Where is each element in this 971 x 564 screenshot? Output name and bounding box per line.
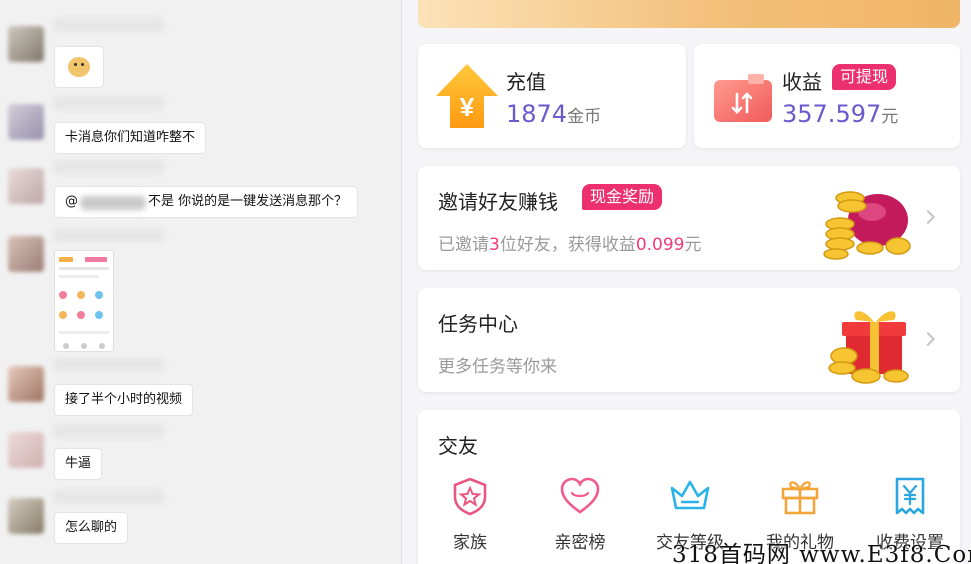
earnings-card[interactable]: 收益 可提现 357.597元 [694, 44, 960, 148]
sender-name-blurred [54, 96, 164, 110]
task-title: 任务中心 [438, 312, 518, 336]
coin-bag-icon [823, 191, 911, 260]
invite-desc-prefix: 已邀请 [438, 235, 489, 255]
social-item-label: 家族 [453, 533, 487, 553]
avatar[interactable] [8, 498, 44, 534]
shield-star-icon [453, 477, 487, 516]
shiba-sticker-icon [68, 57, 90, 77]
social-title: 交友 [438, 434, 478, 458]
svg-text:¥: ¥ [460, 92, 475, 122]
social-item-intimacy-rank[interactable]: 亲密榜 [540, 476, 620, 553]
task-center-card[interactable]: 任务中心 更多任务等你来 [418, 288, 960, 392]
chat-panel: 卡消息你们知道咋整不 @ 不是 你说的是一键发送消息那个？ 接了半个小时的视频 … [0, 0, 402, 564]
invite-earned-amount: 0.099 [635, 235, 685, 255]
social-item-family[interactable]: 家族 [430, 476, 510, 553]
task-desc: 更多任务等你来 [438, 357, 557, 377]
earnings-title: 收益 [782, 70, 822, 94]
chevron-right-icon [920, 331, 936, 347]
social-item-label: 亲密榜 [554, 533, 606, 553]
image-message-thumbnail[interactable] [54, 250, 114, 352]
invited-count: 3 [489, 235, 500, 255]
avatar[interactable] [8, 432, 44, 468]
avatar[interactable] [8, 236, 44, 272]
yuan-receipt-icon [895, 477, 925, 515]
message-text: 不是 你说的是一键发送消息那个？ [148, 194, 348, 209]
sender-name-blurred [54, 424, 164, 438]
mention-name-blurred [80, 195, 146, 210]
earnings-balance: 357.597 [782, 100, 882, 128]
avatar[interactable] [8, 26, 44, 62]
coin-balance: 1874 [506, 100, 568, 128]
avatar[interactable] [8, 366, 44, 402]
message-bubble[interactable]: 牛逼 [54, 448, 103, 480]
invite-title: 邀请好友赚钱 [438, 190, 558, 214]
invite-desc-middle: 位好友，获得收益 [499, 235, 636, 255]
site-watermark: 318首码网 www.E3f8.Com [672, 542, 971, 564]
heart-icon [560, 477, 600, 514]
sender-name-blurred [54, 18, 164, 32]
sender-name-blurred [54, 490, 164, 504]
mention-at: @ [65, 194, 78, 209]
cash-reward-badge: 现金奖励 [582, 184, 663, 210]
recharge-title: 充值 [506, 70, 546, 94]
withdrawable-badge[interactable]: 可提现 [832, 64, 897, 90]
sender-name-blurred [54, 358, 164, 372]
app-panel: ¥ 充值 1874金币 收益 可提现 357.597元 邀请好友赚钱 现金奖励 … [402, 0, 971, 564]
coin-unit: 金币 [567, 107, 602, 127]
sender-name-blurred [54, 228, 164, 242]
sender-name-blurred [54, 160, 164, 174]
gift-box-coins-icon [828, 311, 909, 384]
message-bubble[interactable]: 卡消息你们知道咋整不 [54, 122, 207, 154]
avatar[interactable] [8, 104, 44, 140]
invite-friends-card[interactable]: 邀请好友赚钱 现金奖励 已邀请3位好友，获得收益0.099元 [418, 166, 960, 270]
promo-banner[interactable] [418, 0, 960, 28]
recharge-arrow-icon: ¥ [436, 64, 498, 128]
invite-desc-suffix: 元 [684, 235, 702, 255]
recharge-card[interactable]: ¥ 充值 1874金币 [418, 44, 686, 148]
wallet-icon [714, 74, 772, 122]
earnings-unit: 元 [881, 107, 899, 127]
sticker-message[interactable] [54, 46, 104, 88]
crown-icon [670, 480, 710, 510]
message-bubble[interactable]: 接了半个小时的视频 [54, 384, 194, 416]
avatar[interactable] [8, 168, 44, 204]
message-bubble[interactable]: @ 不是 你说的是一键发送消息那个？ [54, 186, 359, 218]
message-bubble[interactable]: 怎么聊的 [54, 512, 129, 544]
chevron-right-icon [920, 209, 936, 225]
gift-icon [781, 481, 819, 515]
